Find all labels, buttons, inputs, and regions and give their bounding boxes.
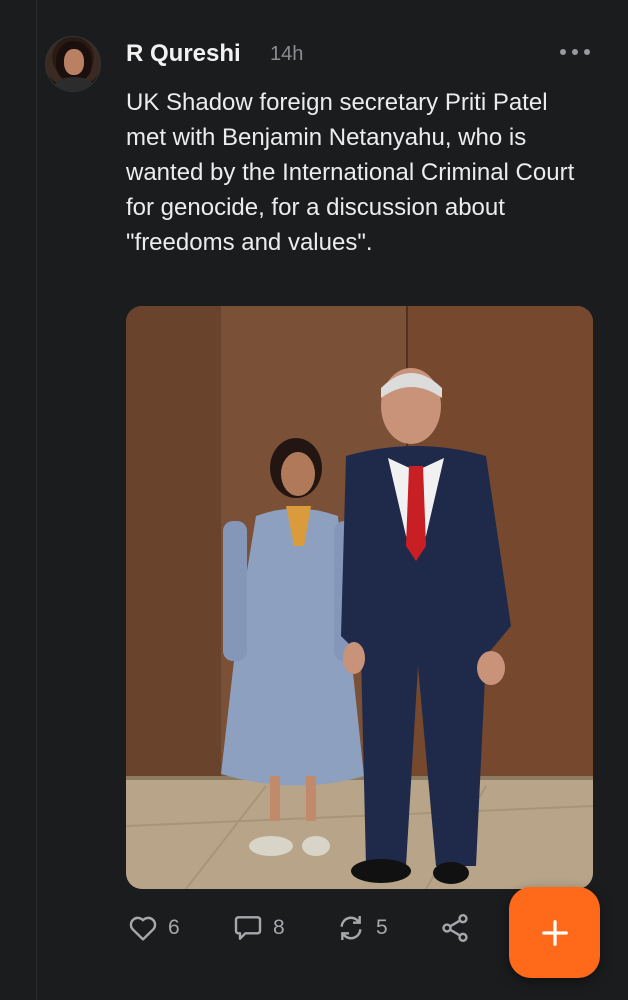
repost-count: 5 xyxy=(376,916,388,939)
photo-illustration xyxy=(126,306,593,889)
more-dot xyxy=(572,49,578,55)
more-dot xyxy=(560,49,566,55)
comment-button[interactable]: 8 xyxy=(231,908,285,948)
comment-icon xyxy=(234,916,262,940)
post-time: 14h xyxy=(270,43,304,65)
share-button[interactable] xyxy=(438,908,472,948)
compose-button[interactable] xyxy=(509,887,600,978)
more-options-icon[interactable] xyxy=(560,40,590,64)
comment-count: 8 xyxy=(273,916,285,939)
avatar-face xyxy=(64,49,84,75)
post-photo[interactable] xyxy=(126,306,593,889)
avatar[interactable] xyxy=(45,36,101,92)
author-name[interactable]: R Qureshi xyxy=(126,40,241,68)
share-icon xyxy=(442,914,468,942)
like-button[interactable]: 6 xyxy=(126,908,180,948)
repost-button[interactable]: 5 xyxy=(334,908,388,948)
repost-icon xyxy=(340,916,362,940)
post-text: UK Shadow foreign secretary Priti Patel … xyxy=(126,89,575,256)
plus-icon xyxy=(541,919,568,946)
more-dot xyxy=(584,49,590,55)
avatar-body xyxy=(54,77,94,91)
heart-icon xyxy=(129,916,157,941)
like-count: 6 xyxy=(168,916,180,939)
